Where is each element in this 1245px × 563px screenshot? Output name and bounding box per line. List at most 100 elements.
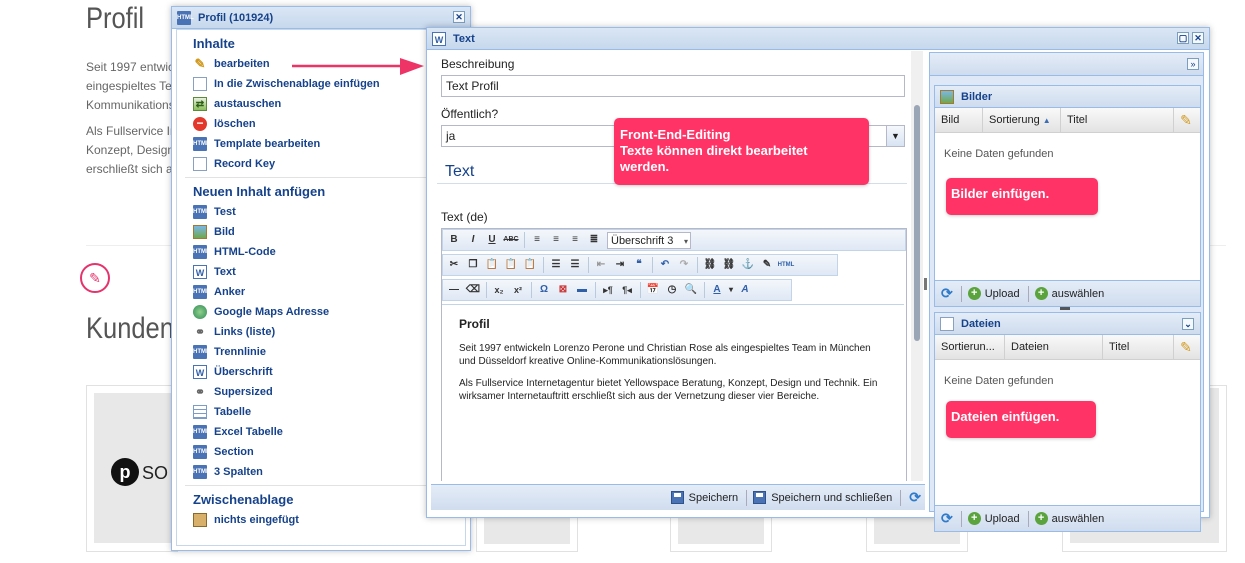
strikethrough-button[interactable]: ABC xyxy=(502,231,520,249)
dateien-header[interactable]: Dateien ⌄ xyxy=(935,313,1200,335)
paste-icon[interactable]: 📋 xyxy=(483,256,501,274)
maximize-icon: ▢ xyxy=(1178,33,1188,43)
save-and-close-button[interactable]: Speichern und schließen xyxy=(753,491,892,504)
pencil-icon: ✎ xyxy=(1180,338,1192,355)
menu-item-html-code[interactable]: HTML HTML-Code xyxy=(177,242,465,262)
menu-item-supersized[interactable]: ⚭ Supersized xyxy=(177,382,465,402)
paste-word-icon[interactable]: 📋 xyxy=(521,256,539,274)
text-color-icon[interactable]: A xyxy=(708,281,726,299)
rtl-icon[interactable]: ¶◂ xyxy=(618,281,636,299)
dateien-upload-button[interactable]: + Upload xyxy=(967,512,1020,525)
editor-content-area[interactable]: Profil Seit 1997 entwickeln Lorenzo Pero… xyxy=(442,304,904,481)
menu-item-überschrift[interactable]: W Überschrift xyxy=(177,362,465,382)
unlink-icon[interactable]: ⛓ xyxy=(720,256,738,274)
form-scrollbar-thumb[interactable] xyxy=(914,105,920,341)
link-icon[interactable]: ⛓ xyxy=(701,256,719,274)
numbered-list-icon[interactable]: ☰ xyxy=(566,256,584,274)
grid-edit-button[interactable]: ✎ xyxy=(1174,339,1198,356)
form-scrollbar-track[interactable] xyxy=(911,51,923,481)
column-header-bild[interactable]: Bild xyxy=(935,108,983,132)
outdent-icon[interactable]: ⇤ xyxy=(592,256,610,274)
menu-item-template-bearbeiten[interactable]: HTML Template bearbeiten xyxy=(177,134,465,154)
column-header-titel[interactable]: Titel xyxy=(1061,108,1174,132)
special-char-icon[interactable]: Ω xyxy=(535,281,553,299)
underline-button[interactable]: U xyxy=(483,231,501,249)
html-source-icon[interactable]: HTML xyxy=(777,256,795,274)
cleanup-icon[interactable]: ✎ xyxy=(758,256,776,274)
italic-button[interactable]: I xyxy=(464,231,482,249)
collapse-right-button[interactable]: » xyxy=(1187,58,1199,70)
align-left-button[interactable]: ≡ xyxy=(528,231,546,249)
dateien-select-button[interactable]: + auswählen xyxy=(1034,512,1104,525)
refresh-icon[interactable]: ⟳ xyxy=(941,285,953,302)
align-justify-button[interactable]: ≣ xyxy=(585,231,603,249)
column-header-titel[interactable]: Titel xyxy=(1103,335,1174,359)
cut-icon[interactable]: ✂ xyxy=(445,256,463,274)
menu-item-anker[interactable]: HTML Anker xyxy=(177,282,465,302)
column-header-dateien[interactable]: Dateien xyxy=(1005,335,1103,359)
html-icon: HTML xyxy=(193,285,210,300)
close-button[interactable]: ✕ xyxy=(453,11,465,23)
eraser-icon[interactable]: ⌫ xyxy=(464,281,482,299)
menu-item-links-liste[interactable]: ⚭ Links (liste) xyxy=(177,322,465,342)
bold-button[interactable]: B xyxy=(445,231,463,249)
save-button[interactable]: Speichern xyxy=(670,491,738,504)
bullet-list-icon[interactable]: ☰ xyxy=(547,256,565,274)
menu-item-text[interactable]: W Text xyxy=(177,262,465,282)
background-color-icon[interactable]: A xyxy=(736,281,754,299)
undo-icon[interactable]: ↶ xyxy=(656,256,674,274)
content-menu-header[interactable]: HTML Profil (101924) ✕ xyxy=(172,7,470,29)
column-header-sortierung[interactable]: Sortierun... xyxy=(935,335,1005,359)
menu-item-label: Excel Tabelle xyxy=(214,426,283,438)
collapse-button[interactable]: ⌄ xyxy=(1182,318,1194,330)
paste-text-icon[interactable]: 📋 xyxy=(502,256,520,274)
vertical-splitter-handle[interactable] xyxy=(1060,307,1070,310)
beschreibung-input[interactable]: Text Profil xyxy=(441,75,905,97)
bilder-header[interactable]: Bilder xyxy=(935,86,1200,108)
column-header-sortierung[interactable]: Sortierung ▲ xyxy=(983,108,1061,132)
visual-aid-icon[interactable]: ▬ xyxy=(573,281,591,299)
menu-item-3-spalten[interactable]: HTML 3 Spalten xyxy=(177,462,465,482)
menu-item-tabelle[interactable]: Tabelle xyxy=(177,402,465,422)
menu-item-löschen[interactable]: − löschen xyxy=(177,114,465,134)
close-button[interactable]: ✕ xyxy=(1192,32,1204,44)
image-insert-icon[interactable]: ⊠ xyxy=(554,281,572,299)
superscript-icon[interactable]: x² xyxy=(509,281,527,299)
customer-card-1[interactable]: p SO xyxy=(86,385,178,552)
find-replace-icon[interactable]: 🔍 xyxy=(682,281,700,299)
insert-date-icon[interactable]: 📅 xyxy=(644,281,662,299)
align-center-button[interactable]: ≡ xyxy=(547,231,565,249)
subscript-icon[interactable]: x₂ xyxy=(490,281,508,299)
bilder-empty-text: Keine Daten gefunden xyxy=(944,148,1054,160)
redo-icon[interactable]: ↷ xyxy=(675,256,693,274)
maximize-button[interactable]: ▢ xyxy=(1177,32,1189,44)
align-right-button[interactable]: ≡ xyxy=(566,231,584,249)
dropdown-trigger[interactable]: ▼ xyxy=(886,126,904,146)
menu-item-section[interactable]: HTML Section xyxy=(177,442,465,462)
menu-item-test[interactable]: HTML Test xyxy=(177,202,465,222)
horizontal-rule-icon[interactable]: — xyxy=(445,281,463,299)
menu-item-bild[interactable]: Bild xyxy=(177,222,465,242)
text-editor-header[interactable]: W Text ▢ ✕ xyxy=(427,28,1209,50)
indent-icon[interactable]: ⇥ xyxy=(611,256,629,274)
refresh-icon[interactable]: ⟳ xyxy=(909,489,921,506)
grid-edit-button[interactable]: ✎ xyxy=(1174,112,1198,129)
refresh-icon[interactable]: ⟳ xyxy=(941,510,953,527)
blockquote-icon[interactable]: ❝ xyxy=(630,256,648,274)
copy-icon[interactable]: ❐ xyxy=(464,256,482,274)
menu-item-google-maps-adresse[interactable]: Google Maps Adresse xyxy=(177,302,465,322)
menu-item-record-key[interactable]: Record Key xyxy=(177,154,465,174)
bilder-select-button[interactable]: + auswählen xyxy=(1034,287,1104,300)
anchor-icon[interactable]: ⚓ xyxy=(739,256,757,274)
front-end-edit-button[interactable]: ✎ xyxy=(80,263,110,293)
splitter-handle[interactable] xyxy=(924,278,927,290)
color-dropdown-icon[interactable]: ▾ xyxy=(727,281,735,299)
menu-item-trennlinie[interactable]: HTML Trennlinie xyxy=(177,342,465,362)
format-select[interactable]: Überschrift 3 ▾ xyxy=(607,231,691,249)
ltr-icon[interactable]: ▸¶ xyxy=(599,281,617,299)
menu-item-austauschen[interactable]: ⇄ austauschen xyxy=(177,94,465,114)
menu-item-nichts-eingefügt[interactable]: nichts eingefügt xyxy=(177,510,465,530)
insert-time-icon[interactable]: ◷ xyxy=(663,281,681,299)
menu-item-excel-tabelle[interactable]: HTML Excel Tabelle xyxy=(177,422,465,442)
bilder-upload-button[interactable]: + Upload xyxy=(967,287,1020,300)
